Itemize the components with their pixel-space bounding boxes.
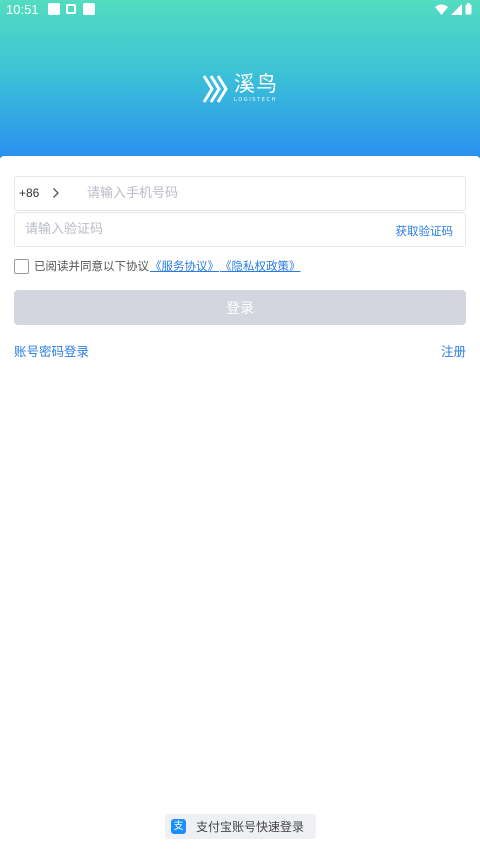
country-code[interactable]: +86: [19, 186, 39, 200]
register-link[interactable]: 注册: [441, 341, 466, 360]
signal-icon: [451, 3, 462, 15]
verification-code-field: 获取验证码: [14, 212, 466, 247]
phone-field: +86: [14, 176, 466, 211]
alipay-login-button[interactable]: 支 支付宝账号快速登录: [165, 814, 316, 839]
agreement-text: 已阅读并同意以下协议: [34, 259, 149, 273]
notification-a-icon: [66, 4, 76, 14]
header-banner: 10:51 溪鸟 LOGISTECH: [0, 0, 480, 158]
verification-code-input[interactable]: [25, 213, 395, 246]
service-agreement-link[interactable]: 《服务协议》: [150, 258, 219, 274]
get-code-button[interactable]: 获取验证码: [396, 223, 454, 239]
logo-title: 溪鸟: [234, 72, 278, 96]
agreement-row: 已阅读并同意以下协议 《服务协议》 《隐私权政策》: [14, 257, 301, 275]
password-login-link[interactable]: 账号密码登录: [14, 341, 89, 360]
alipay-login-label: 支付宝账号快速登录: [196, 820, 305, 834]
battery-icon: [465, 3, 472, 15]
privacy-policy-link[interactable]: 《隐私权政策》: [220, 258, 301, 274]
chevron-right-icon[interactable]: [52, 187, 60, 199]
app-logo: 溪鸟 LOGISTECH: [200, 72, 290, 110]
logo-subtitle: LOGISTECH: [234, 97, 277, 103]
notification-icon: [48, 3, 60, 15]
login-button[interactable]: 登录: [14, 290, 466, 325]
status-time: 10:51: [6, 2, 39, 17]
agreement-checkbox[interactable]: [14, 258, 29, 274]
notification-icon: [83, 3, 95, 15]
phone-input[interactable]: [87, 177, 457, 210]
logo-chevrons-icon: [202, 75, 228, 103]
wifi-icon: [435, 4, 448, 15]
alipay-icon: 支: [171, 819, 186, 834]
status-bar: 10:51: [0, 0, 480, 20]
